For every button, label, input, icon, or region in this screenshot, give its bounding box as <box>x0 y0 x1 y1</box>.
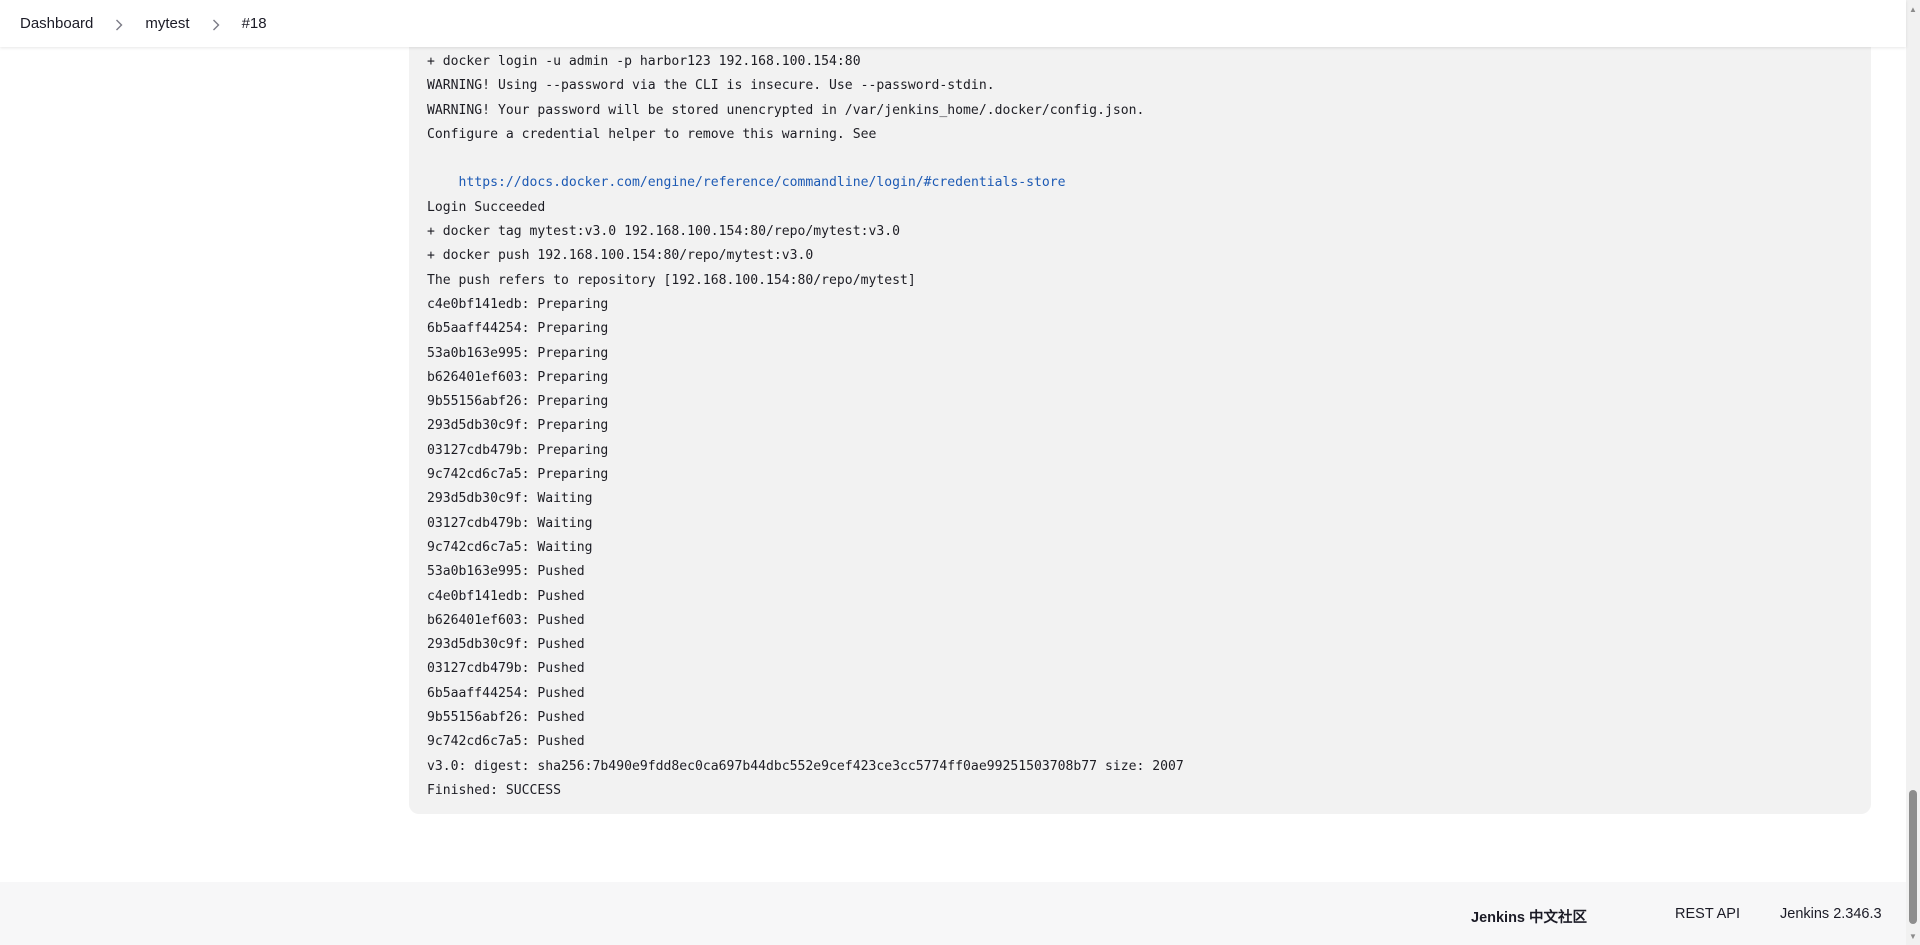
console-line: 293d5db30c9f: Waiting <box>427 491 593 507</box>
vertical-scrollbar[interactable]: ▲ ▼ <box>1906 0 1920 945</box>
console-line: b626401ef603: Pushed <box>427 612 585 628</box>
scrollbar-thumb[interactable] <box>1909 790 1917 924</box>
console-line: 6b5aaff44254: Preparing <box>427 321 609 337</box>
console-line: https://docs.docker.com/engine/reference… <box>427 147 1853 190</box>
console-line: v3.0: digest: sha256:7b490e9fdd8ec0ca697… <box>427 758 1184 774</box>
console-line: c4e0bf141edb: Pushed <box>427 588 585 604</box>
console-line: 293d5db30c9f: Preparing <box>427 418 609 434</box>
breadcrumb-build-18[interactable]: #18 <box>242 15 267 32</box>
console-line: Finished: SUCCESS <box>427 782 562 798</box>
console-line: + docker login -u admin -p harbor123 192… <box>427 54 861 69</box>
console-line: 9c742cd6c7a5: Preparing <box>427 467 609 483</box>
scroll-down-arrow-icon[interactable]: ▼ <box>1906 929 1920 943</box>
console-line: + docker tag mytest:v3.0 192.168.100.154… <box>427 224 900 240</box>
console-line: c4e0bf141edb: Preparing <box>427 296 609 312</box>
console-line: Login Succeeded <box>427 199 546 215</box>
console-line: 9b55156abf26: Pushed <box>427 710 585 726</box>
console-line: WARNING! Your password will be stored un… <box>427 102 1145 118</box>
console-line: Configure a credential helper to remove … <box>427 126 877 142</box>
console-lines-after-link: Login Succeeded + docker tag mytest:v3.0 … <box>427 171 1853 803</box>
breadcrumb: Dashboard mytest #18 <box>0 0 1906 47</box>
console-line: b626401ef603: Preparing <box>427 369 609 385</box>
footer: Jenkins 中文社区 REST API Jenkins 2.346.3 <box>0 882 1906 945</box>
console-line: 6b5aaff44254: Pushed <box>427 685 585 701</box>
footer-rest-api-link[interactable]: REST API <box>1675 906 1740 922</box>
console-line: WARNING! Using --password via the CLI is… <box>427 78 995 94</box>
console-line: 9c742cd6c7a5: Pushed <box>427 734 585 750</box>
breadcrumb-mytest[interactable]: mytest <box>145 15 189 32</box>
console-line: The push refers to repository [192.168.1… <box>427 272 916 288</box>
chevron-right-icon[interactable] <box>104 16 134 31</box>
console-output: + docker login -u admin -p harbor123 192… <box>409 20 1871 814</box>
console-line: 53a0b163e995: Preparing <box>427 345 609 361</box>
console-line: 53a0b163e995: Pushed <box>427 564 585 580</box>
breadcrumb-dashboard[interactable]: Dashboard <box>20 15 93 32</box>
console-line: 03127cdb479b: Waiting <box>427 515 593 531</box>
console-line: 9c742cd6c7a5: Waiting <box>427 539 593 555</box>
console-line: 03127cdb479b: Preparing <box>427 442 609 458</box>
chevron-right-icon[interactable] <box>201 16 231 31</box>
console-line: 293d5db30c9f: Pushed <box>427 637 585 653</box>
console-line: 03127cdb479b: Pushed <box>427 661 585 677</box>
credentials-store-link[interactable]: https://docs.docker.com/engine/reference… <box>459 175 1066 190</box>
console-lines-before-link: + docker login -u admin -p harbor123 192… <box>427 50 1853 147</box>
footer-community-link[interactable]: Jenkins 中文社区 <box>1471 906 1587 927</box>
footer-version-link[interactable]: Jenkins 2.346.3 <box>1780 906 1882 922</box>
console-line: + docker push 192.168.100.154:80/repo/my… <box>427 248 814 264</box>
console-line: 9b55156abf26: Preparing <box>427 394 609 410</box>
scroll-up-arrow-icon[interactable]: ▲ <box>1906 2 1920 16</box>
